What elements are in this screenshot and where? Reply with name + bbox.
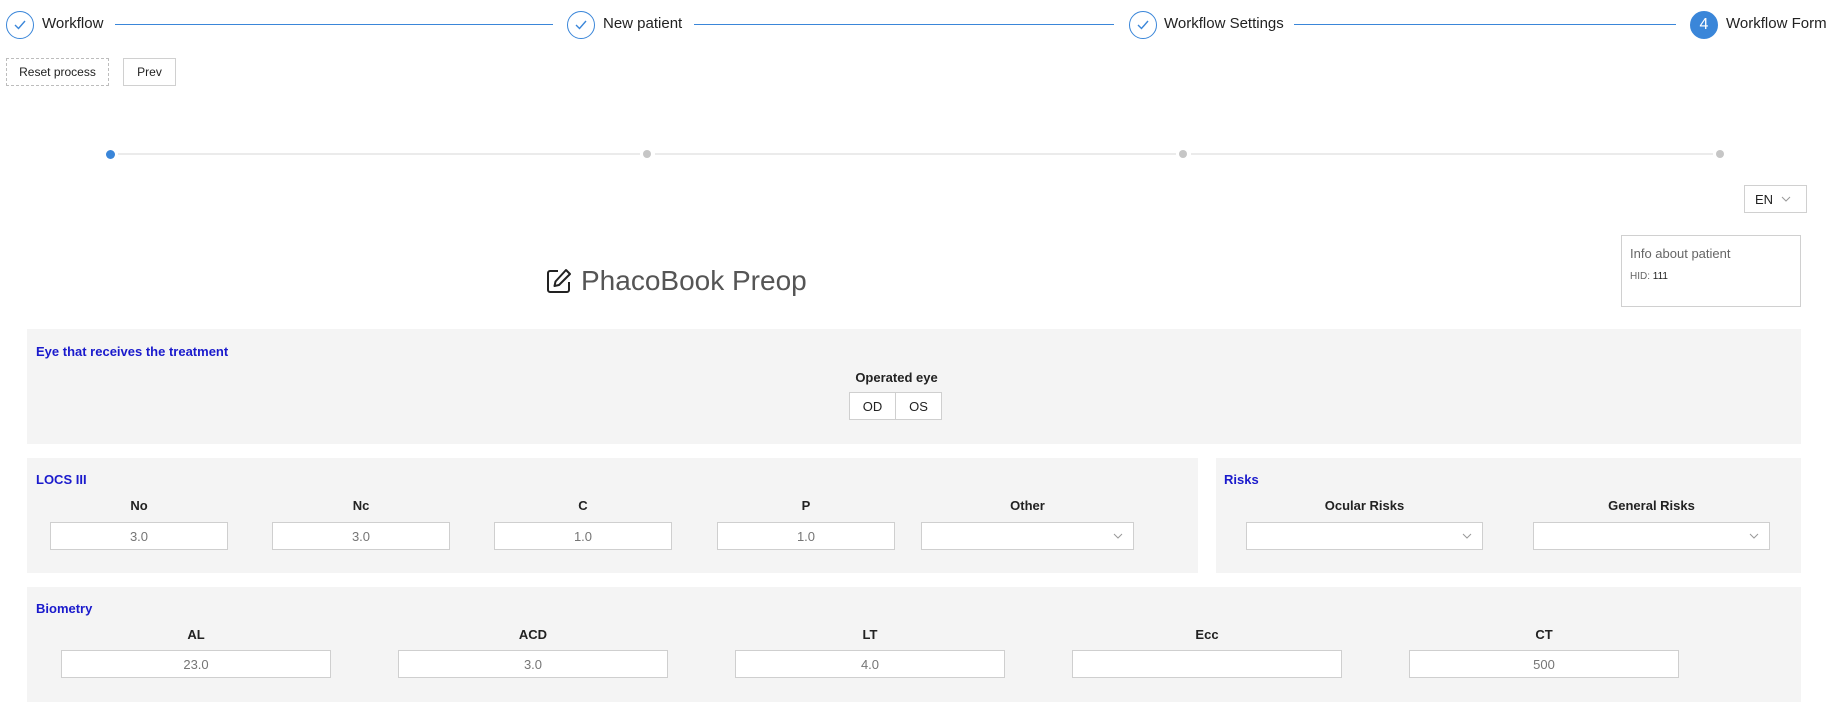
eye-section-title: Eye that receives the treatment	[36, 344, 229, 359]
biometry-section-title: Biometry	[36, 601, 93, 616]
step-1-label[interactable]: Workflow	[42, 15, 103, 32]
language-value: EN	[1755, 191, 1774, 207]
biometry-al-label: AL	[187, 627, 205, 642]
hid-value: 111	[1652, 271, 1668, 282]
biometry-acd-input[interactable]	[398, 650, 668, 678]
progress-dot-4[interactable]	[1716, 150, 1724, 158]
locs-other-select[interactable]	[921, 522, 1134, 550]
biometry-lt-label: LT	[862, 627, 878, 642]
risks-section-title: Risks	[1224, 472, 1259, 487]
prev-button[interactable]: Prev	[123, 58, 176, 86]
chevron-down-icon	[1113, 533, 1123, 539]
operated-eye-label: Operated eye	[855, 370, 938, 385]
step-1-check-icon[interactable]	[6, 11, 34, 39]
eye-option-od[interactable]: OD	[849, 392, 896, 420]
biometry-ecc-label: Ecc	[1195, 627, 1219, 642]
edit-icon	[547, 269, 571, 293]
locs-p-label: P	[801, 498, 811, 513]
eye-option-os[interactable]: OS	[895, 392, 942, 420]
step-2-label[interactable]: New patient	[603, 15, 682, 32]
language-select[interactable]: EN	[1744, 185, 1807, 213]
patient-info-box: Info about patient HID: 111	[1621, 235, 1801, 307]
step-3-label[interactable]: Workflow Settings	[1164, 15, 1284, 32]
biometry-section	[27, 587, 1801, 702]
locs-no-input[interactable]	[50, 522, 228, 550]
locs-c-input[interactable]	[494, 522, 672, 550]
progress-line	[655, 153, 1176, 155]
hid-label: HID:	[1630, 271, 1650, 282]
general-risks-select[interactable]	[1533, 522, 1770, 550]
step-3-check-icon[interactable]	[1129, 11, 1157, 39]
general-risks-label: General Risks	[1608, 498, 1695, 513]
locs-section-title: LOCS III	[36, 472, 87, 487]
biometry-al-input[interactable]	[61, 650, 331, 678]
step-connector	[694, 24, 1114, 25]
step-2-check-icon[interactable]	[567, 11, 595, 39]
reset-process-button[interactable]: Reset process	[6, 58, 109, 86]
biometry-ct-label: CT	[1535, 627, 1553, 642]
progress-line	[1191, 153, 1713, 155]
locs-nc-label: Nc	[352, 498, 370, 513]
risks-section	[1216, 458, 1801, 573]
biometry-ct-input[interactable]	[1409, 650, 1679, 678]
chevron-down-icon	[1781, 196, 1791, 202]
ocular-risks-label: Ocular Risks	[1324, 498, 1405, 513]
biometry-ecc-input[interactable]	[1072, 650, 1342, 678]
progress-line	[118, 153, 640, 155]
progress-dot-2[interactable]	[643, 150, 651, 158]
form-title-block: PhacoBook Preop	[545, 265, 807, 297]
form-title: PhacoBook Preop	[581, 265, 807, 296]
locs-p-input[interactable]	[717, 522, 895, 550]
patient-info-title: Info about patient	[1630, 246, 1731, 261]
progress-dot-1[interactable]	[106, 150, 115, 159]
eye-section	[27, 329, 1801, 444]
step-4-number[interactable]: 4	[1690, 11, 1718, 39]
step-connector	[1294, 24, 1676, 25]
chevron-down-icon	[1749, 533, 1759, 539]
step-connector	[115, 24, 553, 25]
chevron-down-icon	[1462, 533, 1472, 539]
locs-nc-input[interactable]	[272, 522, 450, 550]
ocular-risks-select[interactable]	[1246, 522, 1483, 550]
locs-other-label: Other	[1010, 498, 1045, 513]
biometry-acd-label: ACD	[518, 627, 548, 642]
locs-section	[27, 458, 1198, 573]
step-4-label[interactable]: Workflow Form	[1726, 15, 1827, 32]
locs-c-label: C	[578, 498, 588, 513]
locs-no-label: No	[130, 498, 148, 513]
biometry-lt-input[interactable]	[735, 650, 1005, 678]
progress-dot-3[interactable]	[1179, 150, 1187, 158]
